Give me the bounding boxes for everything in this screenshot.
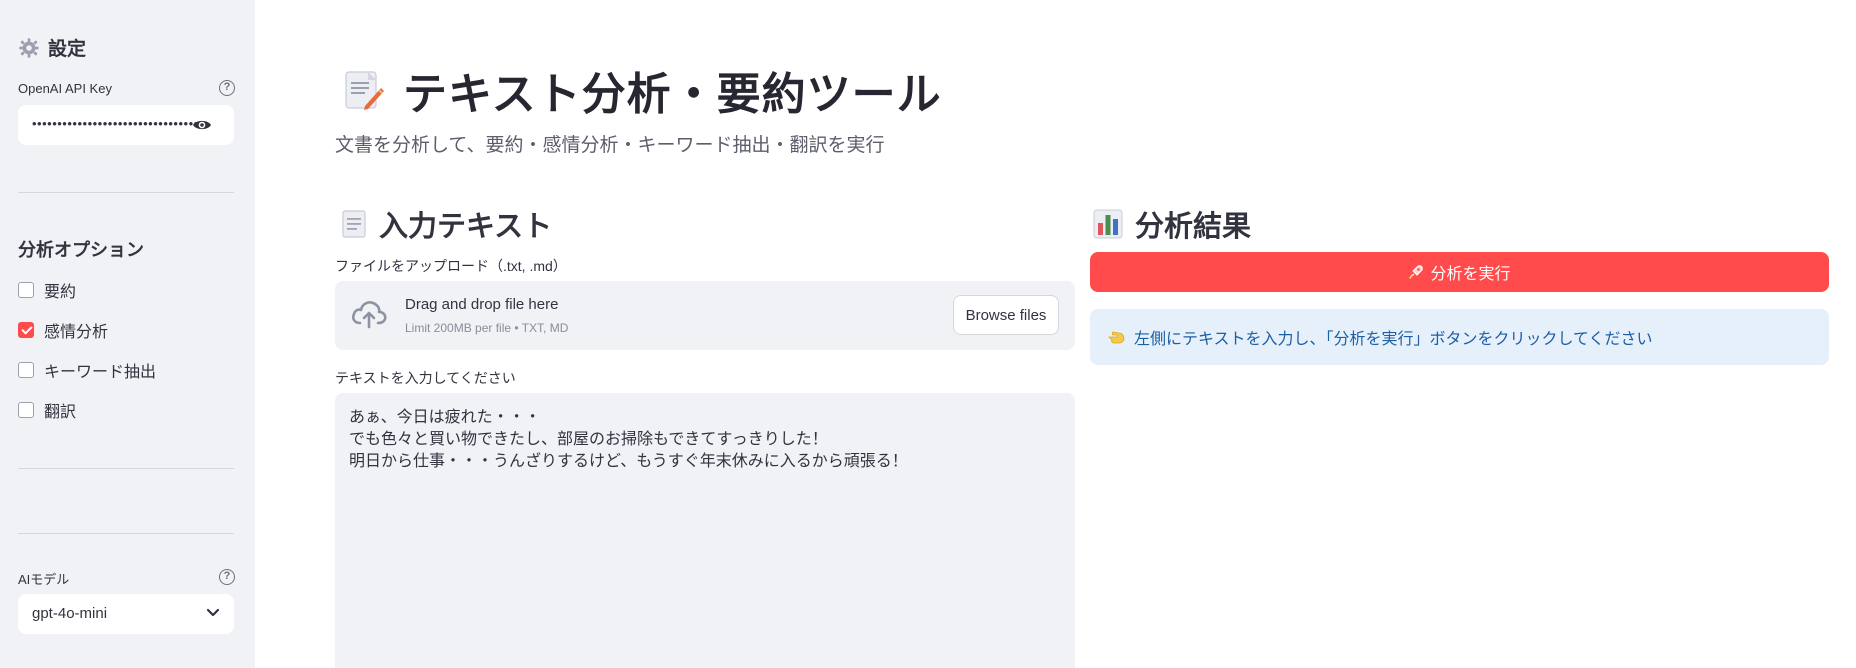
model-help-icon[interactable]: ? (219, 569, 235, 585)
memo-icon (345, 71, 384, 110)
browse-files-button[interactable]: Browse files (953, 295, 1059, 335)
option-label: 要約 (44, 284, 77, 301)
model-label: AIモデル (18, 572, 70, 587)
rocket-icon (1409, 265, 1424, 279)
upload-limit-text: Limit 200MB per file • TXT, MD (405, 321, 569, 335)
result-section-heading: 分析結果 (1093, 203, 1251, 245)
cloud-upload-icon (351, 301, 387, 329)
input-section-title: 入力テキスト (379, 211, 553, 243)
info-message-box: 左側にテキストを入力し、「分析を実行」ボタンをクリックしてください (1090, 309, 1829, 365)
gear-icon (19, 37, 39, 58)
text-input-area[interactable]: あぁ、今日は疲れた・・・ でも色々と買い物できたし、部屋のお掃除もできてすっきり… (335, 393, 1075, 668)
option-label: 感情分析 (44, 324, 109, 341)
chevron-down-icon (206, 608, 220, 617)
eye-icon[interactable] (192, 118, 212, 132)
bar-chart-icon (1093, 209, 1123, 239)
api-key-input[interactable]: ••••••••••••••••••••••••••••••••• (18, 105, 234, 145)
option-label: キーワード抽出 (44, 364, 157, 381)
api-key-help-icon[interactable]: ? (219, 80, 235, 96)
input-section-heading: 入力テキスト (341, 203, 552, 245)
upload-label: ファイルをアップロード（.txt, .md） (335, 258, 567, 274)
summary-checkbox[interactable] (18, 282, 34, 298)
api-key-label: OpenAI API Key (18, 81, 112, 96)
page-title: テキスト分析・要約ツール (343, 58, 942, 122)
run-analysis-button[interactable]: 分析を実行 (1090, 252, 1829, 292)
sidebar-divider (18, 533, 234, 534)
sidebar-divider (18, 192, 234, 193)
upload-instruction: Drag and drop file here (405, 296, 559, 313)
option-label: 翻訳 (44, 404, 77, 421)
main-content: テキスト分析・要約ツール 文書を分析して、要約・感情分析・キーワード抽出・翻訳を… (255, 0, 1856, 668)
api-key-value: ••••••••••••••••••••••••••••••••• (32, 116, 199, 131)
page-title-text: テキスト分析・要約ツール (403, 70, 942, 119)
option-keywords[interactable]: キーワード抽出 (18, 358, 156, 382)
analysis-options-heading: 分析オプション (18, 240, 144, 260)
run-analysis-label: 分析を実行 (1430, 266, 1511, 283)
pointing-hand-icon (1108, 331, 1125, 344)
option-translation[interactable]: 翻訳 (18, 398, 76, 422)
sidebar-title: 設定 (18, 34, 86, 61)
model-select-value: gpt-4o-mini (32, 605, 108, 622)
file-uploader-dropzone[interactable]: Drag and drop file here Limit 200MB per … (335, 281, 1075, 350)
page-icon (342, 210, 366, 238)
option-sentiment[interactable]: 感情分析 (18, 318, 108, 342)
page-subtitle: 文書を分析して、要約・感情分析・キーワード抽出・翻訳を実行 (335, 135, 885, 156)
translation-checkbox[interactable] (18, 402, 34, 418)
info-message-text: 左側にテキストを入力し、「分析を実行」ボタンをクリックしてください (1134, 331, 1653, 348)
result-section-title: 分析結果 (1135, 211, 1252, 243)
model-select[interactable]: gpt-4o-mini (18, 594, 234, 634)
option-summary[interactable]: 要約 (18, 278, 76, 302)
text-input-label: テキストを入力してください (335, 370, 516, 386)
sentiment-checkbox[interactable] (18, 322, 34, 338)
keywords-checkbox[interactable] (18, 362, 34, 378)
sidebar-divider (18, 468, 234, 469)
sidebar: 設定 OpenAI API Key ? ••••••••••••••••••••… (0, 0, 255, 668)
sidebar-title-text: 設定 (48, 39, 87, 60)
